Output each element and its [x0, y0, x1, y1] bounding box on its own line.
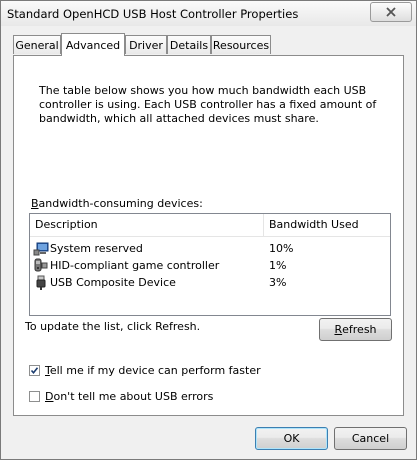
- perform-faster-label-rest: ell me if my device can perform faster: [49, 364, 261, 377]
- perform-faster-checkbox[interactable]: [29, 365, 40, 376]
- tab-advanced[interactable]: Advanced: [61, 33, 125, 56]
- devices-label-rest: andwidth-consuming devices:: [38, 197, 203, 210]
- game-controller-icon: [34, 258, 48, 272]
- tab-label: Details: [169, 38, 209, 52]
- close-button[interactable]: [370, 2, 412, 22]
- tab-driver[interactable]: Driver: [125, 35, 167, 54]
- list-item[interactable]: USB Composite Device 3%: [30, 274, 390, 291]
- column-separator[interactable]: [263, 214, 264, 236]
- checkmark-icon: [30, 367, 39, 375]
- usb-errors-label: Don't tell me about USB errors: [45, 390, 213, 403]
- device-name: USB Composite Device: [50, 276, 176, 289]
- window-title: Standard OpenHCD USB Host Controller Pro…: [7, 7, 299, 21]
- cancel-button[interactable]: Cancel: [334, 427, 407, 450]
- tab-label: General: [15, 38, 59, 52]
- device-name: System reserved: [50, 242, 143, 255]
- bandwidth-description: The table below shows you how much bandw…: [39, 84, 377, 125]
- ok-button[interactable]: OK: [255, 427, 328, 450]
- devices-label: Bandwidth-consuming devices:: [31, 197, 203, 210]
- perform-faster-label: Tell me if my device can perform faster: [45, 364, 261, 377]
- usb-hub-icon: [33, 242, 49, 256]
- tab-label: Advanced: [65, 38, 121, 52]
- refresh-hint: To update the list, click Refresh.: [25, 320, 201, 333]
- tab-general[interactable]: General: [13, 35, 61, 54]
- devices-label-mnemonic: B: [31, 197, 39, 210]
- usb-errors-checkbox[interactable]: [29, 391, 40, 402]
- advanced-tab-panel: The table below shows you how much bandw…: [13, 55, 404, 416]
- title-bar[interactable]: Standard OpenHCD USB Host Controller Pro…: [1, 1, 416, 26]
- tab-label: Driver: [129, 38, 163, 52]
- list-item[interactable]: HID-compliant game controller 1%: [30, 257, 390, 274]
- column-header-bandwidth[interactable]: Bandwidth Used: [269, 214, 359, 236]
- usb-errors-label-rest: on't tell me about USB errors: [53, 390, 214, 403]
- device-bandwidth: 10%: [269, 242, 294, 255]
- device-bandwidth: 1%: [269, 259, 287, 272]
- cancel-label: Cancel: [351, 432, 390, 445]
- list-header: Description Bandwidth Used: [30, 214, 390, 237]
- tab-label: Resources: [212, 38, 270, 52]
- ok-label: OK: [283, 432, 300, 445]
- devices-list[interactable]: Description Bandwidth Used System reserv…: [29, 213, 391, 316]
- tab-resources[interactable]: Resources: [211, 35, 271, 54]
- properties-dialog: Standard OpenHCD USB Host Controller Pro…: [0, 0, 417, 460]
- refresh-label-rest: efresh: [342, 323, 377, 336]
- refresh-button[interactable]: Refresh: [319, 318, 392, 341]
- list-item[interactable]: System reserved 10%: [30, 240, 390, 257]
- usb-plug-icon: [36, 275, 46, 290]
- close-icon: [386, 7, 396, 17]
- refresh-mnemonic: R: [334, 323, 343, 336]
- device-bandwidth: 3%: [269, 276, 287, 289]
- device-name: HID-compliant game controller: [50, 259, 220, 272]
- tab-details[interactable]: Details: [167, 35, 211, 54]
- column-header-description[interactable]: Description: [35, 214, 98, 236]
